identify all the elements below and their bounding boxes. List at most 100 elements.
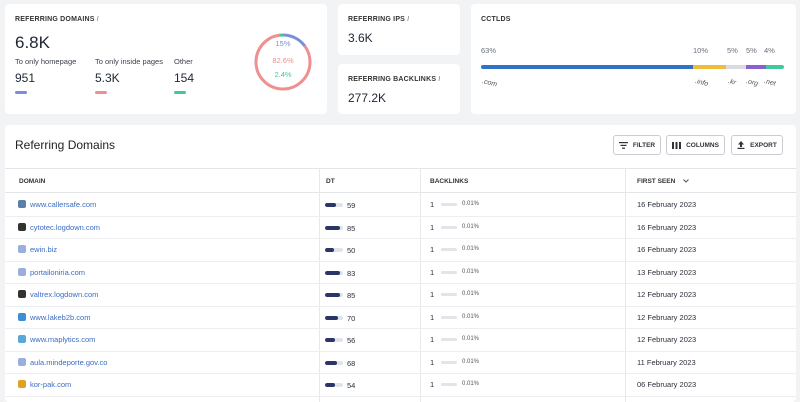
backlinks-value: 1	[430, 312, 435, 322]
cctld-name-com: .com	[481, 78, 498, 89]
dt-bar	[325, 338, 343, 342]
cctld-name-org: .org	[745, 78, 759, 88]
favicon-icon	[18, 222, 26, 231]
first-seen-date: 12 February 2023	[637, 335, 697, 344]
favicon-icon	[18, 200, 26, 208]
dt-bar	[325, 203, 343, 207]
domain-link[interactable]: valtrex.logdown.com	[30, 290, 98, 299]
filter-button[interactable]: FILTER	[613, 135, 661, 155]
favicon-icon	[18, 335, 26, 343]
column-header-domain[interactable]: DOMAIN	[19, 178, 45, 185]
table-row[interactable]: cytotec.logdown.com 85 1 0.01% 16 February 2…	[5, 217, 796, 239]
first-seen-date: 12 February 2023	[637, 290, 697, 299]
info-icon[interactable]: i	[438, 76, 440, 83]
dt-bar	[325, 248, 343, 252]
domain-link[interactable]: www.lakeb2b.com	[30, 313, 90, 322]
dt-bar-fill	[325, 203, 336, 207]
dt-bar	[325, 360, 343, 365]
backlinks-value: 1	[430, 245, 435, 254]
backlinks-percent: 0.01%	[462, 246, 480, 252]
backlinks-value: 1	[430, 357, 435, 367]
cctld-percent-com: 63%	[481, 46, 497, 55]
table-row[interactable]: www.callersafe.com 59 1 0.01% 16 February 20…	[5, 194, 796, 217]
dt-value: 54	[347, 381, 356, 390]
table-row[interactable]: aula.mindeporte.gov.co 68 1 0.01% 11 Februar…	[5, 352, 796, 374]
first-seen-date: 12 February 2023	[637, 312, 697, 322]
cctld-name-info: .info	[694, 78, 709, 88]
backlinks-percent: 0.01%	[462, 381, 480, 387]
dt-value: 59	[347, 201, 356, 210]
inside-pages-stat: To only inside pages 5.3K	[95, 57, 163, 94]
cctld-segment	[481, 65, 694, 69]
cctlds-card: CCTLDS 63% 10% 5% 5% 4% .com .info .kr .…	[471, 4, 796, 114]
dt-bar	[325, 383, 343, 387]
domain-link[interactable]: ewin.biz	[30, 245, 57, 254]
domain-link[interactable]: kor-pak.com	[30, 380, 71, 389]
homepage-color-bar	[15, 91, 27, 94]
backlinks-percent: 0.01%	[462, 223, 480, 230]
other-label: Other	[174, 57, 193, 66]
panel-title: Referring Domains	[15, 138, 116, 152]
donut-label-homepage: 15%	[275, 39, 291, 48]
backlinks-bar	[441, 360, 457, 364]
domain-link[interactable]: cytotec.logdown.com	[30, 223, 100, 232]
referring-backlinks-label: REFERRING BACKLINKS i	[348, 76, 441, 83]
cctld-segment	[693, 65, 727, 69]
backlinks-bar	[441, 293, 457, 296]
dt-bar-fill	[325, 338, 336, 342]
domain-link[interactable]: www.maplytics.com	[30, 335, 95, 344]
referring-backlinks-value: 277.2K	[348, 91, 387, 105]
backlinks-percent: 0.01%	[462, 336, 480, 342]
columns-button[interactable]: COLUMNS	[666, 135, 725, 155]
filter-label: FILTER	[632, 141, 656, 149]
columns-label: COLUMNS	[686, 141, 719, 149]
dt-value: 85	[347, 291, 356, 300]
backlinks-percent: 0.01%	[462, 291, 480, 297]
info-icon[interactable]: i	[407, 16, 409, 23]
backlinks-percent: 0.01%	[462, 358, 480, 365]
dt-bar-fill	[325, 225, 341, 230]
column-header-dt[interactable]: DT	[326, 178, 335, 185]
export-button[interactable]: EXPORT	[731, 135, 783, 155]
backlinks-value: 1	[430, 290, 435, 299]
column-header-backlinks[interactable]: BACKLINKS	[430, 178, 468, 185]
homepage-label: To only homepage	[15, 57, 77, 66]
favicon-icon	[18, 245, 26, 253]
dt-bar	[325, 270, 343, 275]
cctld-percent-net: 4%	[764, 46, 775, 55]
referring-backlinks-card: REFERRING BACKLINKS i 277.2K	[338, 64, 460, 114]
table-row[interactable]: www.lakeb2b.com 70 1 0.01% 12 February 2023	[5, 307, 796, 329]
table-row[interactable]: kor-pak.com 54 1 0.01% 06 February 2023	[5, 374, 796, 397]
cctld-segment	[746, 65, 766, 69]
referring-domains-card: REFERRING DOMAINS i 6.8K To only homepage…	[5, 4, 327, 114]
dt-value: 50	[347, 246, 356, 255]
column-header-first-seen[interactable]: FIRST SEEN	[637, 178, 690, 185]
backlinks-value: 1	[430, 335, 435, 344]
info-icon[interactable]: i	[97, 16, 99, 23]
table-header: DOMAIN DT BACKLINKS FIRST SEEN	[5, 168, 796, 193]
donut-label-inside: 82.6%	[272, 56, 294, 65]
backlinks-bar	[441, 270, 457, 274]
backlinks-percent: 0.01%	[462, 313, 480, 320]
donut-label-other: 2.4%	[274, 70, 292, 79]
domain-link[interactable]: www.callersafe.com	[30, 200, 96, 209]
dt-bar-fill	[325, 360, 338, 365]
referring-domains-label: REFERRING DOMAINS i	[15, 16, 99, 23]
export-icon	[737, 141, 745, 149]
backlinks-bar	[441, 315, 457, 319]
table-row[interactable]: valtrex.logdown.com 85 1 0.01% 12 February 2…	[5, 284, 796, 307]
first-seen-date: 11 February 2023	[637, 357, 696, 367]
table-row[interactable]: ewin.biz 50 1 0.01% 16 February 2023	[5, 239, 796, 262]
export-label: EXPORT	[750, 141, 777, 149]
dt-bar-fill	[325, 383, 335, 387]
favicon-icon	[18, 290, 26, 298]
homepage-value: 951	[15, 71, 36, 85]
cctld-segment	[726, 65, 747, 69]
first-seen-date: 16 February 2023	[637, 200, 697, 209]
table-row[interactable]: portailoniria.com 83 1 0.01% 13 February 202…	[5, 262, 796, 284]
table-row[interactable]: www.maplytics.com 56 1 0.01% 12 February 202…	[5, 329, 796, 352]
first-seen-date: 06 February 2023	[637, 380, 697, 389]
domain-link[interactable]: aula.mindeporte.gov.co	[30, 358, 107, 367]
domain-link[interactable]: portailoniria.com	[30, 268, 85, 277]
dt-value: 70	[347, 313, 356, 323]
